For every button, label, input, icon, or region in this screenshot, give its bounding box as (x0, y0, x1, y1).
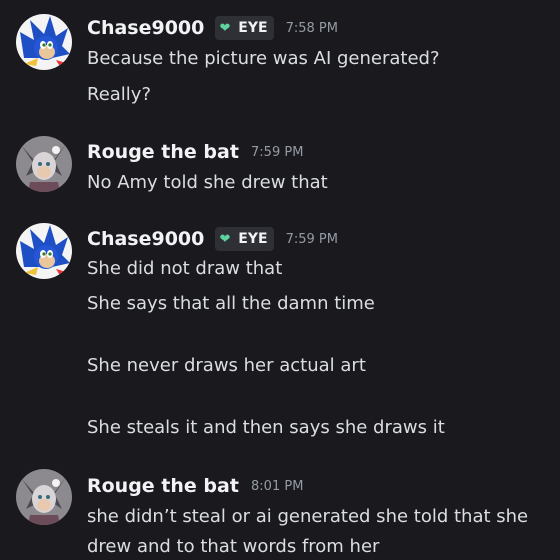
server-tag[interactable]: ❤ EYE (215, 227, 274, 251)
message-text: Really? (87, 84, 152, 105)
message-text: drew and to that words from her (87, 536, 380, 557)
username[interactable]: Chase9000 (87, 228, 204, 250)
message-header: Chase9000 ❤ EYE 7:58 PM (87, 16, 338, 40)
sonic-avatar-icon (16, 223, 72, 279)
avatar[interactable] (16, 14, 72, 70)
message-text: she didn’t steal or ai generated she tol… (87, 506, 529, 527)
username[interactable]: Chase9000 (87, 17, 204, 39)
server-tag[interactable]: ❤ EYE (215, 16, 274, 40)
timestamp: 8:01 PM (251, 478, 304, 494)
message-text: She says that all the damn time (87, 293, 375, 314)
green-heart-icon: ❤ (219, 21, 231, 36)
message-header: Rouge the bat 7:59 PM (87, 141, 303, 165)
message-header: Rouge the bat 8:01 PM (87, 475, 303, 499)
rouge-avatar-icon (16, 469, 72, 525)
server-tag-label: EYE (238, 231, 268, 247)
username[interactable]: Rouge the bat (87, 475, 239, 497)
green-heart-icon: ❤ (219, 232, 231, 247)
username[interactable]: Rouge the bat (87, 141, 239, 163)
message-text: She never draws her actual art (87, 355, 366, 376)
message-text: No Amy told she drew that (87, 172, 328, 193)
message-text: Because the picture was AI generated? (87, 48, 440, 69)
rouge-avatar-icon (16, 136, 72, 192)
avatar[interactable] (16, 469, 72, 525)
message-header: Chase9000 ❤ EYE 7:59 PM (87, 227, 338, 251)
timestamp: 7:59 PM (251, 144, 304, 160)
avatar[interactable] (16, 223, 72, 279)
server-tag-label: EYE (238, 20, 268, 36)
timestamp: 7:58 PM (285, 20, 338, 36)
message-text: She steals it and then says she draws it (87, 417, 445, 438)
timestamp: 7:59 PM (285, 231, 338, 247)
avatar[interactable] (16, 136, 72, 192)
message-text: She did not draw that (87, 258, 283, 279)
sonic-avatar-icon (16, 14, 72, 70)
